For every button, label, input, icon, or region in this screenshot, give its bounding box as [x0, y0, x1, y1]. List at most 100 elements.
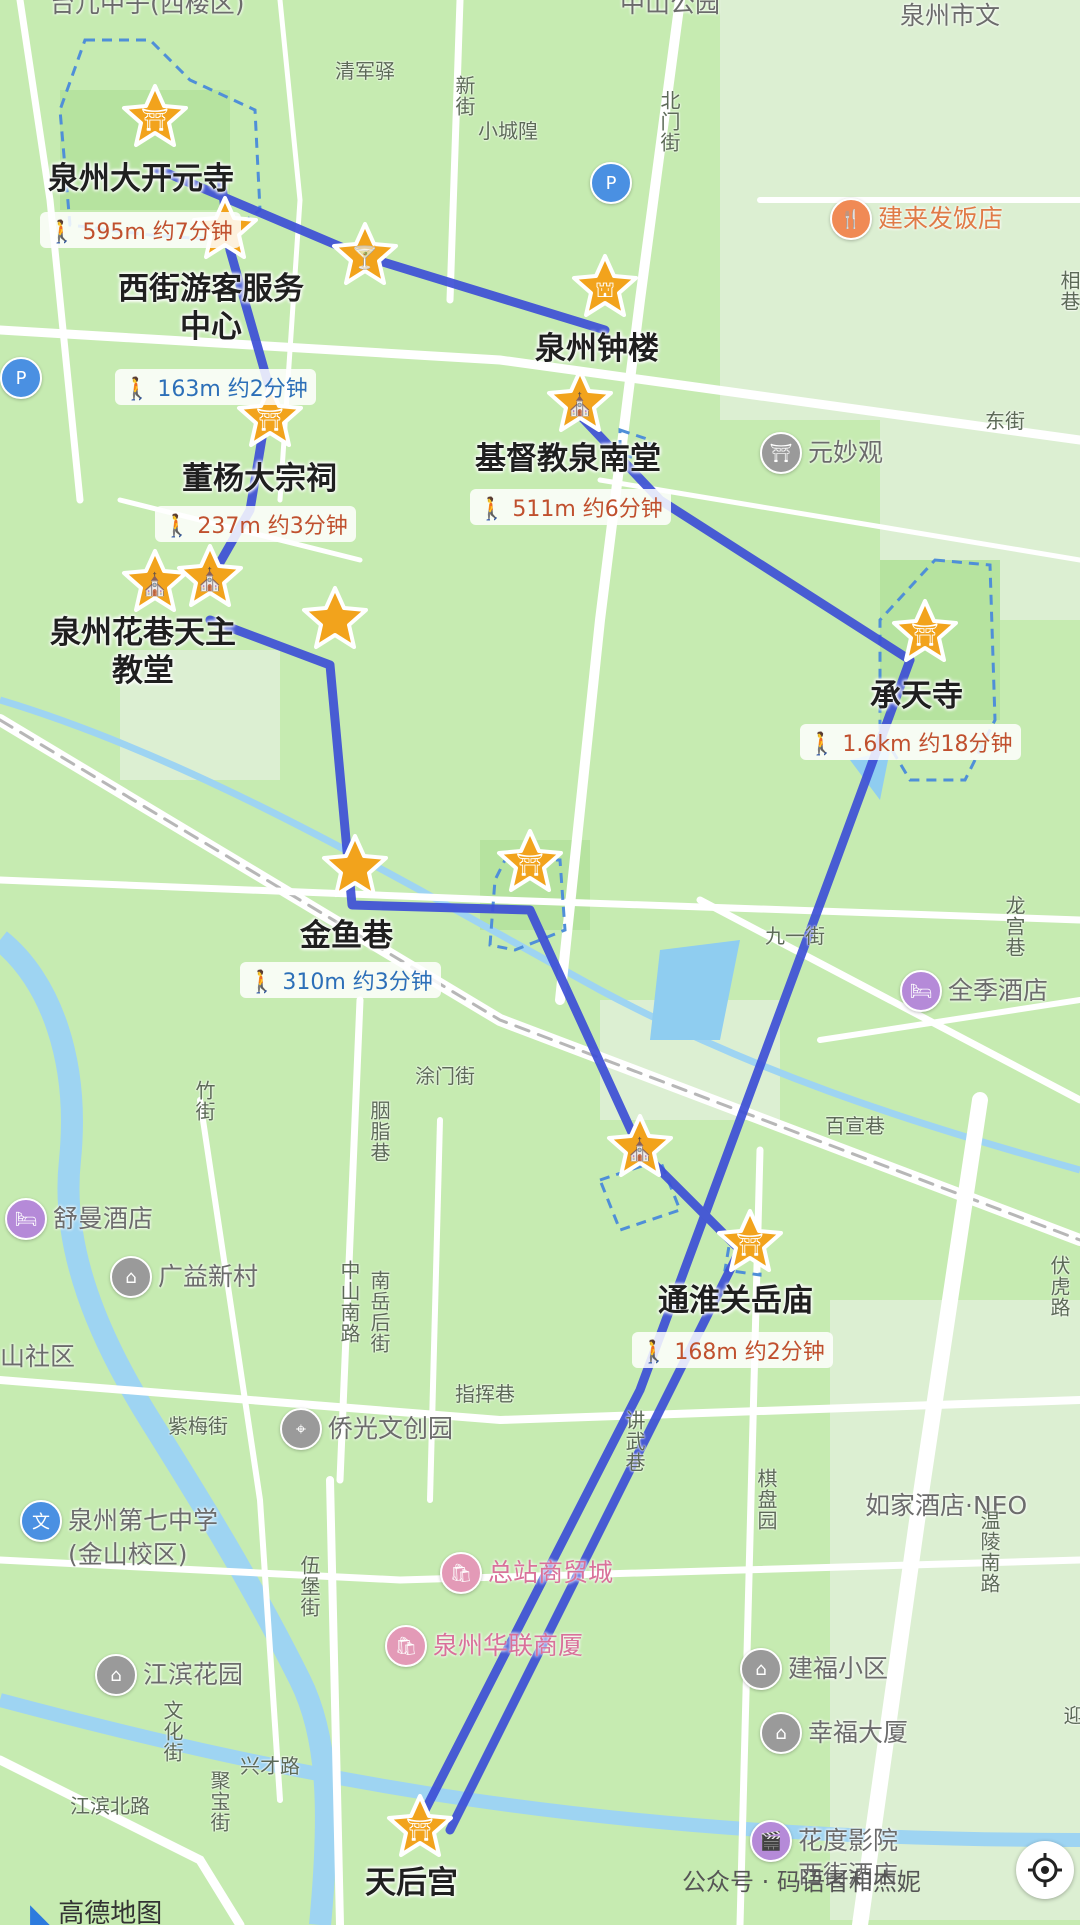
- stop-label[interactable]: 金鱼巷: [300, 917, 393, 955]
- street-label: 九一街: [765, 924, 825, 948]
- poi-label[interactable]: 泉州市文: [900, 0, 1000, 32]
- locate-button[interactable]: [1016, 1841, 1074, 1899]
- street-label: 棋盘园: [754, 1468, 778, 1531]
- pagoda-icon: ⛩: [122, 84, 188, 147]
- stop-label[interactable]: 泉州大开元寺: [48, 160, 234, 198]
- star-icon: [322, 834, 388, 897]
- svg-text:⛪: ⛪: [566, 391, 593, 418]
- stop-marker[interactable]: ⛫: [570, 252, 640, 322]
- house-icon: ⌂: [760, 1712, 802, 1754]
- poi-label[interactable]: 总站商贸城: [488, 1556, 613, 1590]
- parking-icon: P: [590, 162, 632, 204]
- street-label: 新街: [452, 75, 476, 117]
- poi-star-marker[interactable]: [300, 584, 370, 654]
- pagoda-icon: ⛩: [497, 829, 563, 892]
- watermark: 公众号 · 码语者和杰妮: [682, 1868, 921, 1896]
- poi-label[interactable]: 元妙观: [808, 436, 883, 470]
- walk-distance-time: 168m 约2分钟: [674, 1340, 825, 1365]
- stop-marker[interactable]: ⛩: [715, 1207, 785, 1277]
- street-label: 指挥巷: [455, 1382, 515, 1406]
- stop-label[interactable]: 天后宫: [365, 1864, 458, 1902]
- pagoda-icon: ⛩: [717, 1209, 783, 1272]
- brand-logo: ◣ 高德地图: [30, 1893, 162, 1925]
- walk-segment-label: 🚶 511m 约6分钟: [470, 489, 671, 525]
- house-icon: ⌂: [95, 1654, 137, 1696]
- walk-icon: 🚶: [478, 497, 513, 522]
- bed-icon: 🛏: [900, 970, 942, 1012]
- stop-marker[interactable]: [320, 832, 390, 902]
- pin-icon: ⌖: [280, 1408, 322, 1450]
- stop-label[interactable]: 西街游客服务 中心: [118, 270, 304, 346]
- walk-segment-label: 🚶 168m 约2分钟: [632, 1332, 833, 1368]
- poi-star-marker[interactable]: ⛩: [495, 827, 565, 897]
- walk-distance-time: 310m 约3分钟: [282, 970, 433, 995]
- stop-marker[interactable]: ⛩: [120, 82, 190, 152]
- poi-label[interactable]: 台儿中子(西楼区): [50, 0, 245, 20]
- poi-label[interactable]: 舒曼酒店: [53, 1202, 153, 1236]
- stop-label[interactable]: 董杨大宗祠: [182, 460, 337, 498]
- stop-marker[interactable]: ⛪: [545, 367, 615, 437]
- street-label: 龙宫巷: [1002, 895, 1026, 958]
- stop-label[interactable]: 基督教泉南堂: [475, 440, 661, 478]
- crosshair-icon: [1028, 1853, 1062, 1887]
- church-icon: ⛪: [607, 1114, 673, 1177]
- walk-segment-label: 🚶 237m 约3分钟: [155, 506, 356, 542]
- street-label: 相巷: [1057, 270, 1080, 312]
- walk-distance-time: 1.6km 约18分钟: [842, 732, 1013, 757]
- walk-icon: 🚶: [123, 377, 158, 402]
- svg-text:⛩: ⛩: [406, 1818, 434, 1843]
- stop-marker[interactable]: ⛩: [385, 1792, 455, 1862]
- street-label: 中山南路: [337, 1260, 361, 1344]
- poi-label[interactable]: 侨光文创园: [328, 1412, 453, 1446]
- poi-label[interactable]: 幸福大厦: [808, 1716, 908, 1750]
- school-icon: 文: [20, 1500, 62, 1542]
- poi-star-marker[interactable]: ⛪: [175, 542, 245, 612]
- svg-text:⛪: ⛪: [141, 571, 168, 598]
- stop-label[interactable]: 通淮关岳庙: [658, 1282, 813, 1320]
- street-label: 江滨北路: [70, 1794, 150, 1818]
- walk-icon: 🚶: [640, 1340, 675, 1365]
- bed-icon: 🛏: [5, 1198, 47, 1240]
- svg-text:⛩: ⛩: [256, 408, 284, 433]
- film-icon: 🎬: [750, 1820, 792, 1862]
- church-icon: ⛪: [547, 369, 613, 432]
- poi-label[interactable]: 全季酒店: [948, 974, 1048, 1008]
- stop-label[interactable]: 承天寺: [870, 677, 963, 715]
- poi-label[interactable]: 建福小区: [788, 1652, 888, 1686]
- poi-label[interactable]: 泉州华联商厦: [433, 1629, 583, 1663]
- poi-label[interactable]: 泉州第七中学 (金山校区): [68, 1504, 218, 1572]
- location-arrow-icon: ◣: [30, 1899, 50, 1925]
- walk-segment-label: 🚶 1.6km 约18分钟: [800, 724, 1021, 760]
- poi-label[interactable]: 广益新村: [158, 1260, 258, 1294]
- poi-label[interactable]: 山社区: [0, 1340, 75, 1374]
- parking-icon: P: [0, 357, 42, 399]
- street-label: 兴才路: [240, 1754, 300, 1778]
- street-label: 百宣巷: [825, 1114, 885, 1138]
- gate-icon: ⛫: [572, 254, 638, 317]
- church-icon: ⛪: [177, 544, 243, 607]
- stop-label[interactable]: 泉州钟楼: [535, 330, 659, 368]
- street-label: 竹街: [192, 1080, 216, 1122]
- poi-label[interactable]: 江滨花园: [143, 1658, 243, 1692]
- temple-icon: ⛩: [760, 432, 802, 474]
- walk-segment-label: 🚶 310m 约3分钟: [240, 962, 441, 998]
- map-view[interactable]: ⛩ ⛫ ⛪ ⛩ ⛪ ⛩ ⛪ ⛩ ⛩ 🍸 ⛪ ⛩ 泉州大开元寺西街游客服务 中心泉州钟楼基督教泉南堂董杨大…: [0, 0, 1080, 1925]
- walk-segment-label: 🚶 163m 约2分钟: [115, 369, 316, 405]
- walk-segment-label: 🚶 595m 约7分钟: [40, 212, 241, 248]
- street-label: 胭脂巷: [367, 1100, 391, 1163]
- walk-distance-time: 163m 约2分钟: [157, 377, 308, 402]
- street-label: 紫梅街: [168, 1414, 228, 1438]
- stop-label[interactable]: 泉州花巷天主 教堂: [50, 614, 236, 690]
- street-label: 伏虎路: [1047, 1255, 1071, 1318]
- stop-marker[interactable]: ⛪: [605, 1112, 675, 1182]
- stop-marker[interactable]: ⛩: [890, 597, 960, 667]
- walk-distance-time: 595m 约7分钟: [82, 220, 233, 245]
- house-icon: ⌂: [110, 1256, 152, 1298]
- poi-star-marker[interactable]: 🍸: [330, 220, 400, 290]
- street-label: 文化街: [160, 1700, 184, 1763]
- street-label: 北门街: [657, 90, 681, 153]
- svg-text:⛫: ⛫: [595, 278, 615, 303]
- poi-label[interactable]: 建来发饭店: [878, 202, 1003, 236]
- poi-label[interactable]: 中山公园: [620, 0, 720, 20]
- pagoda-icon: ⛩: [387, 1794, 453, 1857]
